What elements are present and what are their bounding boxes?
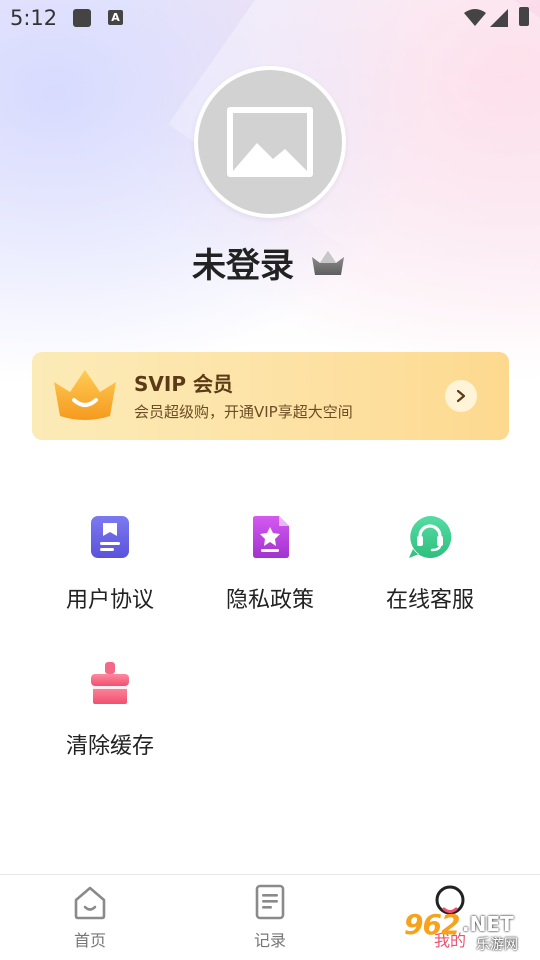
status-bar: 5:12 A [0,0,540,36]
battery-icon [519,7,529,26]
cellular-icon [490,9,508,27]
username: 未登录 [192,246,294,286]
tab-records[interactable]: 记录 [220,883,320,951]
svip-banner[interactable]: SVIP 会员 会员超级购，开通VIP享超大空间 [32,352,509,440]
broom-icon [91,662,129,704]
menu-item-online-service[interactable]: 在线客服 [350,514,510,614]
tab-label: 首页 [73,931,106,950]
menu-label: 用户协议 [65,588,154,613]
status-time: 5:12 [10,6,58,30]
tab-home[interactable]: 首页 [40,883,140,951]
watermark-logo: 962 .NET 乐游网 [404,908,536,958]
headset-chat-icon [409,515,452,558]
gold-crown-icon [54,370,116,420]
bookmark-document-icon [91,516,129,558]
username-row[interactable]: 未登录 [0,238,540,287]
chevron-right-icon[interactable] [445,380,477,412]
menu-item-clear-cache[interactable]: 清除缓存 [30,660,190,760]
home-icon [74,886,106,920]
menu-label: 清除缓存 [65,734,154,759]
tab-label: 记录 [253,931,286,950]
menu-label: 在线客服 [385,588,474,613]
svip-subtitle: 会员超级购，开通VIP享超大空间 [134,403,353,421]
menu-item-privacy-policy[interactable]: 隐私政策 [190,514,350,614]
watermark-number: 962 [404,908,460,941]
crown-icon [312,250,344,275]
watermark-site: 乐游网 [476,937,518,953]
wifi-icon [464,9,486,26]
image-placeholder-icon [227,107,313,177]
svip-title: SVIP 会员 [134,372,233,396]
menu-item-user-agreement[interactable]: 用户协议 [30,514,190,614]
document-icon [255,884,285,920]
star-document-icon [253,516,289,558]
menu-label: 隐私政策 [225,588,314,613]
notification-square-icon [73,9,91,27]
a-icon: A [108,10,123,25]
avatar[interactable] [194,66,346,218]
watermark-suffix: .NET [462,912,514,936]
